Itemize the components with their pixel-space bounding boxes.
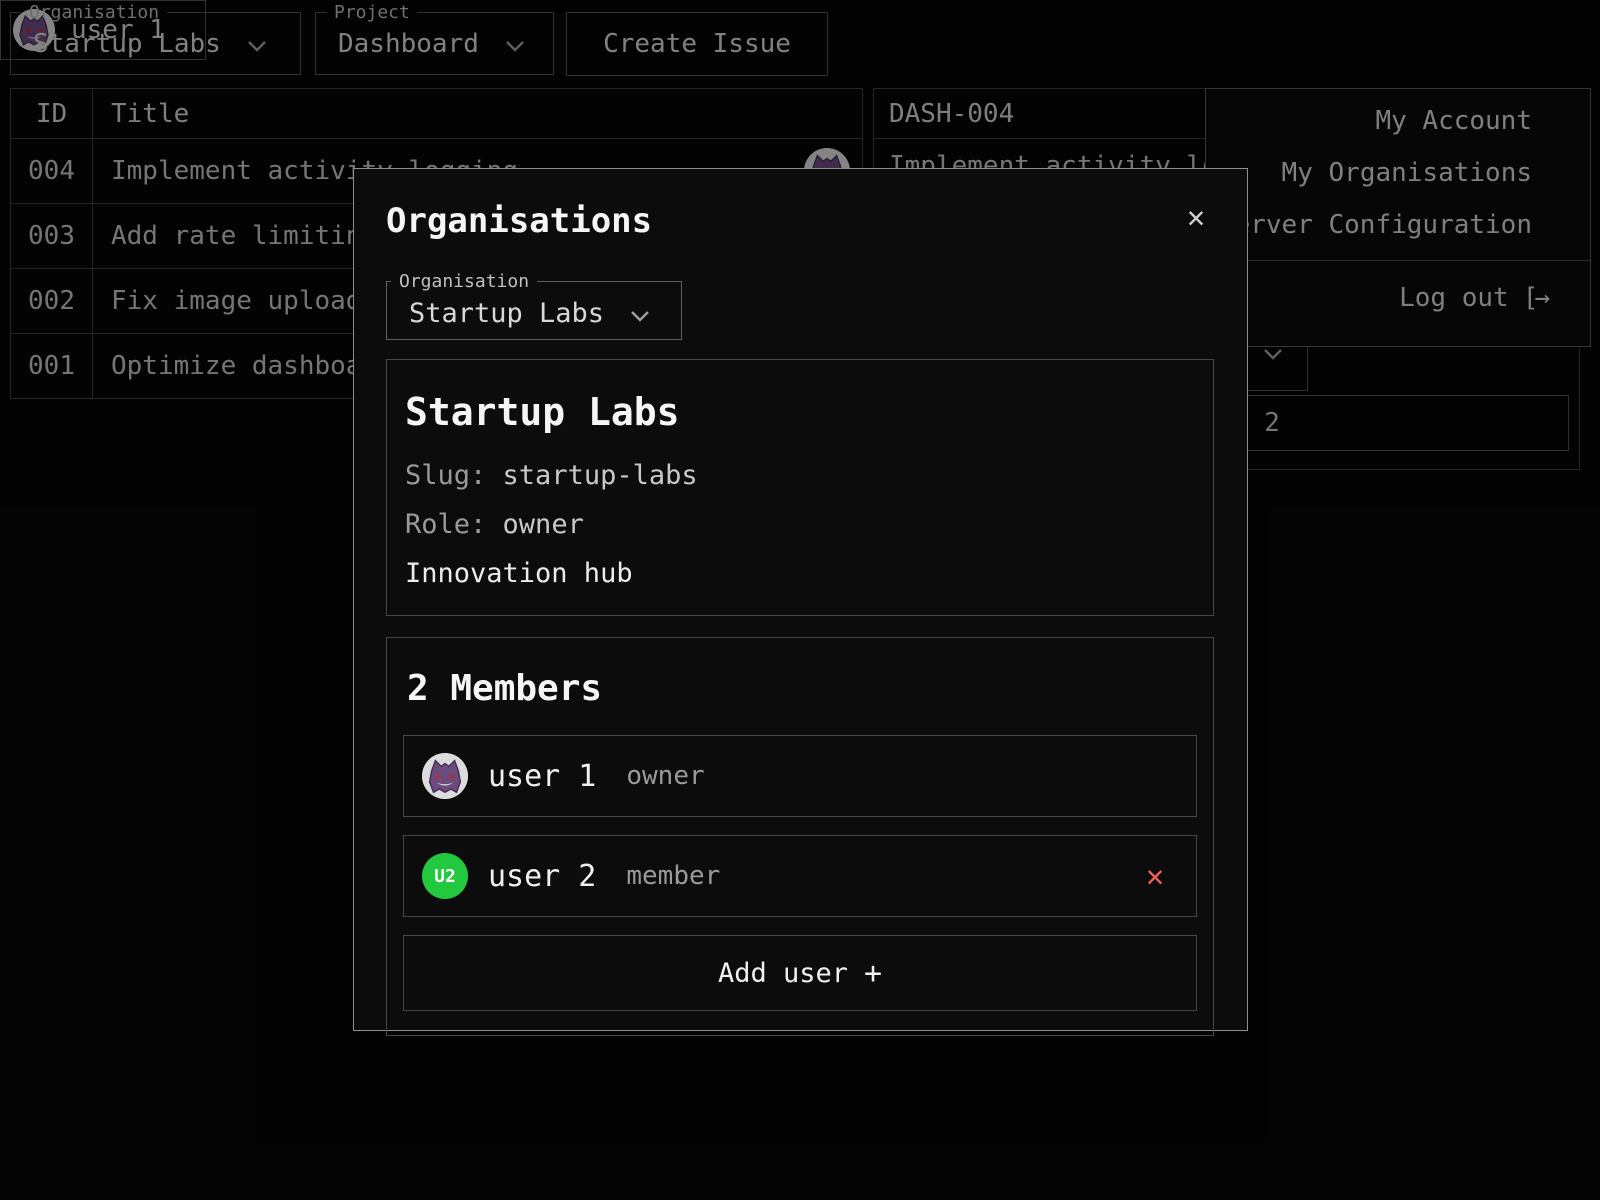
member-name: user 1 (488, 759, 596, 794)
members-section: 2 Members user 1 owner U2 user 2 member … (386, 637, 1214, 1036)
organisation-description: Innovation hub (405, 558, 1187, 589)
member-row: user 1 owner (403, 735, 1197, 817)
chevron-down-icon (630, 298, 650, 329)
role-value: owner (503, 509, 584, 540)
plus-icon: + (864, 956, 882, 991)
close-icon[interactable]: ✕ (1181, 199, 1211, 236)
members-heading: 2 Members (407, 668, 1197, 709)
organisation-info-card: Startup Labs Slug: startup-labs Role: ow… (386, 359, 1214, 616)
gengar-avatar-icon (422, 753, 468, 799)
member-initials-badge: U2 (422, 853, 468, 899)
role-label: Role: (405, 509, 486, 540)
slug-value: startup-labs (503, 460, 698, 491)
slug-label: Slug: (405, 460, 486, 491)
organisation-slug: Slug: startup-labs (405, 460, 1187, 491)
member-row: U2 user 2 member ✕ (403, 835, 1197, 917)
modal-organisation-select-label: Organisation (391, 271, 537, 292)
chevron-down-icon (630, 310, 650, 322)
organisation-name: Startup Labs (405, 390, 1187, 434)
modal-organisation-select[interactable]: Organisation Startup Labs (386, 271, 682, 340)
member-role: member (626, 861, 720, 891)
remove-member-icon[interactable]: ✕ (1140, 858, 1170, 895)
modal-title: Organisations (386, 201, 1215, 241)
member-role: owner (626, 761, 704, 791)
organisation-role: Role: owner (405, 509, 1187, 540)
add-user-label: Add user (718, 958, 848, 989)
member-name: user 2 (488, 859, 596, 894)
add-user-button[interactable]: Add user + (403, 935, 1197, 1011)
modal-organisation-select-value: Startup Labs (409, 298, 604, 329)
organisations-modal: Organisations ✕ Organisation Startup Lab… (353, 168, 1248, 1031)
app-screen: Organisation Startup Labs Project Dashbo… (0, 0, 1600, 1200)
member-avatar (422, 753, 468, 799)
